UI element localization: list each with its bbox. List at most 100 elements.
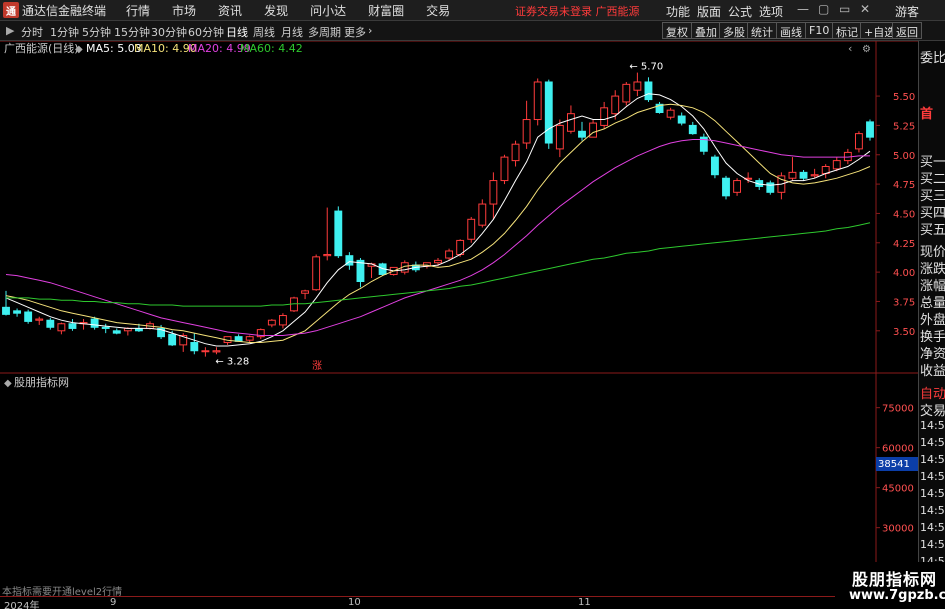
maximize-icon[interactable]: ▢ [818,2,829,16]
period-multi[interactable]: 多周期 [308,24,341,40]
toggle-arrow-icon[interactable]: ▶ [6,24,14,37]
tool-biaoji[interactable]: 标记 [832,22,862,39]
candle-body [356,259,365,283]
candle-body [866,121,874,138]
tool-f10[interactable]: F10 [805,22,834,39]
kline-chart[interactable]: 广西能源(日线) ◆ MA5: 5.03 MA10: 4.90 MA20: 4.… [0,41,918,596]
restore-icon[interactable]: ▭ [839,2,850,16]
candle-body [245,336,254,341]
more-arrow-icon[interactable]: › [368,24,372,37]
price-tick-label: 3.75 [893,297,915,308]
guest-button[interactable]: 游客 [895,3,919,20]
app-window: 通 通达信金融终端 行情 市场 资讯 发现 问小达 财富圈 交易 证券交易未登录… [0,0,945,609]
tool-fuquan[interactable]: 复权 [662,22,692,39]
menu-item-gongneng[interactable]: 功能 [666,3,690,20]
candle-body [201,350,210,353]
menu-item-xuanxiang[interactable]: 选项 [759,3,783,20]
candle-body [24,311,33,322]
menu-item-jiaoyi[interactable]: 交易 [426,2,450,19]
rp-time-6: 14:56 [920,504,945,517]
candle-body [112,330,121,334]
candle-body [101,326,110,329]
login-alert[interactable]: 证券交易未登录 广西能源 [515,3,640,19]
sub-panel-title: 股朋指标网 [14,375,69,389]
watermark-url: www.7gpzb.com [849,588,945,603]
candle-body [832,160,841,170]
candle-body [434,259,442,264]
period-60min[interactable]: 60分钟 [188,24,224,40]
period-daily[interactable]: 日线 [226,24,248,40]
period-5min[interactable]: 5分钟 [82,24,111,40]
candle-body [13,310,22,314]
minimize-icon[interactable]: — [797,2,809,16]
candle-body [301,290,310,294]
rp-trade[interactable]: 交易 [920,400,945,419]
time-label-year: 2024年 [4,601,40,609]
period-weekly[interactable]: 周线 [253,24,275,40]
price-tick-label: 5.50 [893,92,915,103]
menu-bar: 通 通达信金融终端 行情 市场 资讯 发现 问小达 财富圈 交易 证券交易未登录… [0,0,945,21]
menu-item-zixun[interactable]: 资讯 [218,2,242,19]
candle-body [766,182,775,193]
chart-collapse-icon[interactable]: ‹ [848,42,852,55]
close-icon[interactable]: ✕ [860,2,870,16]
tool-tongji[interactable]: 统计 [747,22,777,39]
tool-huaxian[interactable]: 画线 [776,22,806,39]
candle-body [533,81,542,121]
limit-up-marker: 涨 [312,360,322,372]
time-axis: 2024年 9 10 11 [0,596,918,609]
period-fenshi[interactable]: 分时 [21,24,43,40]
stock-name-label: 广西能源(日线) [4,41,79,55]
price-tick-label: 4.00 [893,268,915,279]
candle-body [500,156,509,182]
candle-body [566,113,575,132]
candle-body [57,323,66,332]
candle-body [489,180,498,205]
rp-earnings: 收益 [920,364,945,379]
time-label-nov: 11 [578,597,591,608]
sub-panel-settings-icon[interactable]: ◆ [4,378,12,389]
candle-body [478,203,487,226]
rp-time-3: 14:56 [920,453,945,466]
ma60-label: MA60: 4.42 [240,42,303,55]
candle-body [733,180,742,193]
candle-body [799,171,808,179]
rp-shou: 首 [920,107,934,122]
chart-settings-icon[interactable]: ⚙ [862,44,871,55]
menu-item-gongshi[interactable]: 公式 [728,3,752,20]
quote-side-panel[interactable]: 委比 首 买一 买二 买三 买四 买五 现价 涨跌 涨幅 总量 外盘 换手 净资… [918,41,945,596]
candle-body [168,333,177,346]
rp-time-7: 14:56 [920,521,945,534]
rp-weibi: 委比 [920,51,945,66]
sub-tick-label: 75000 [882,404,914,415]
menu-item-faxian[interactable]: 发现 [264,2,288,19]
period-more[interactable]: 更多 [344,24,366,40]
candle-body [854,133,863,150]
period-15min[interactable]: 15分钟 [114,24,150,40]
price-tick-label: 5.00 [893,151,915,162]
menu-item-wenxiaoda[interactable]: 问小达 [310,2,346,19]
candle-body [555,124,564,150]
app-title: 通达信金融终端 [22,3,107,18]
time-label-oct: 10 [348,597,361,608]
menu-item-caifuquan[interactable]: 财富圈 [368,2,404,19]
candle-body [212,350,221,353]
menu-item-banmian[interactable]: 版面 [697,3,721,20]
menu-item-shichang[interactable]: 市场 [172,2,196,19]
tool-duogu[interactable]: 多股 [719,22,749,39]
candle-body [323,254,332,257]
menu-item-hangqing[interactable]: 行情 [126,2,150,19]
rp-time-2: 14:56 [920,436,945,449]
app-logo-icon: 通 [3,2,19,18]
price-tick-label: 4.75 [893,180,915,191]
watermark: 股朋指标网 www.7gpzb.com [835,562,945,609]
ma-settings-icon[interactable]: ◆ [75,44,83,55]
tool-back[interactable]: 返回 [892,22,922,39]
tool-diejia[interactable]: 叠加 [691,22,721,39]
rp-time-1: 14:56 [920,419,945,432]
period-1min[interactable]: 1分钟 [50,24,79,40]
price-tick-label: 3.50 [893,327,915,338]
period-30min[interactable]: 30分钟 [151,24,187,40]
period-monthly[interactable]: 月线 [281,24,303,40]
candle-body [445,250,454,259]
